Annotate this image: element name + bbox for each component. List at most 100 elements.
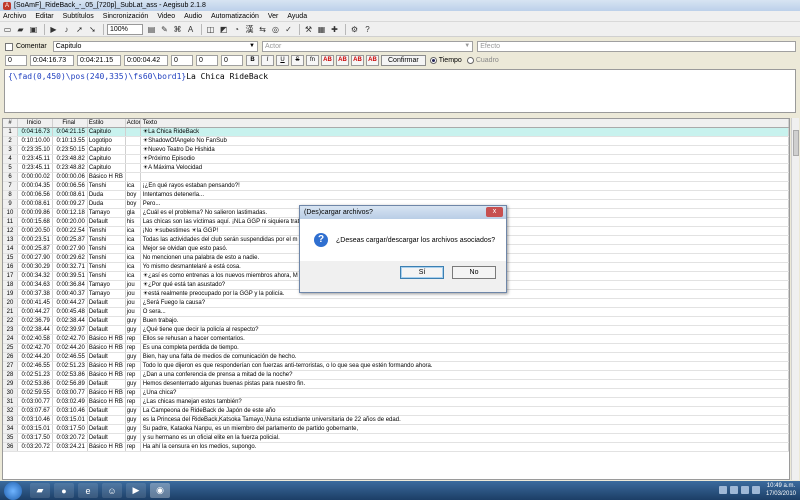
dialog-title-bar[interactable]: (Des)cargar archivos? x [300,206,506,219]
margin-vertical-field[interactable]: 0 [221,55,243,66]
close-icon[interactable]: x [486,207,503,217]
resample-icon[interactable]: ◩ [218,24,229,35]
table-row[interactable]: 34 0:03:15.01 0:03:17.50 Default guy Su padre… [3,425,789,434]
media-icon[interactable]: ▶ [126,483,146,498]
options-icon[interactable]: ⚒ [303,24,314,35]
jump-start-icon[interactable]: ➘ [87,24,98,35]
margin-right-field[interactable]: 0 [196,55,218,66]
table-row[interactable]: 3 0:23:35.10 0:23:50.15 Capitulo ☀Nuevo Teat… [3,146,789,155]
menu-automatizacion[interactable]: Automatización [211,13,259,20]
table-row[interactable]: 5 0:23:45.11 0:23:48.82 Capitulo ☀A Máxima V… [3,164,789,173]
menu-video[interactable]: Video [157,13,175,20]
tag-icon[interactable]: ✚ [329,24,340,35]
subtitle-grid[interactable]: # Inicio Final Estilo Actor Texto 1 0:04:… [2,118,790,480]
time-radio[interactable] [429,57,437,64]
tray-icon[interactable] [718,486,727,494]
new-icon[interactable]: ▭ [2,24,13,35]
menu-editar[interactable]: Editar [35,13,53,20]
margin-left-field[interactable]: 0 [171,55,193,66]
attachments-icon[interactable]: ⌘ [172,24,183,35]
table-row[interactable]: 35 0:03:17.50 0:03:20.72 Default guy y su her… [3,434,789,443]
open-audio-icon[interactable]: ♪ [61,24,72,35]
grid-scrollbar[interactable] [791,118,799,480]
fonts-icon[interactable]: A [185,24,196,35]
start-button[interactable] [4,481,22,500]
table-row[interactable]: 7 0:00:04.35 0:00:06.56 Tenshi ica ¡¿En qué r… [3,182,789,191]
spell-icon[interactable]: ✓ [283,24,294,35]
commit-button[interactable]: Confirmar [381,55,426,66]
explorer-icon[interactable]: ▰ [30,483,50,498]
table-row[interactable]: 29 0:02:53.86 0:02:56.89 Default guy Hemos de… [3,380,789,389]
table-row[interactable]: 23 0:02:38.44 0:02:39.97 Default guy ¿Qué tie… [3,326,789,335]
bold-button[interactable]: B [246,55,259,66]
table-row[interactable]: 8 0:00:06.56 0:00:08.61 Duda boy Intentamos d… [3,191,789,200]
actor-combo[interactable]: Actor ▼ [261,41,474,52]
firefox-icon[interactable]: ● [54,483,74,498]
outline-color-button[interactable]: AB [351,55,364,66]
table-row[interactable]: 30 0:02:59.55 0:03:00.77 Básico H RB rep ¿Una… [3,389,789,398]
jump-icon[interactable]: ➚ [74,24,85,35]
zoom-combo[interactable]: 100% [107,23,143,35]
table-row[interactable]: 20 0:00:41.45 0:00:44.27 Default jou ¿Será Fu… [3,299,789,308]
menu-sincronizacion[interactable]: Sincronización [103,13,149,20]
shadow-color-button[interactable]: AB [366,55,379,66]
table-row[interactable]: 27 0:02:46.55 0:02:51.23 Básico H RB rep Todo… [3,362,789,371]
table-row[interactable]: 26 0:02:44.20 0:02:46.55 Default guy Bien, ha… [3,353,789,362]
layer-spin[interactable]: 0 [5,55,27,66]
automation-icon[interactable]: ⚙ [349,24,360,35]
network-icon[interactable] [740,486,749,494]
start-time-field[interactable]: 0:04:16.73 [30,55,74,66]
open-icon[interactable]: ▰ [15,24,26,35]
table-row[interactable]: 32 0:03:07.67 0:03:10.46 Default guy La Campe… [3,407,789,416]
style-combo[interactable]: Capitulo ▼ [52,41,258,52]
primary-color-button[interactable]: AB [321,55,334,66]
kanji-icon[interactable]: 漢 [244,24,255,35]
effect-field[interactable]: Efecto [477,41,796,52]
title-bar[interactable]: A [SoAmF]_RideBack_-_05_[720p]_SubLat_as… [0,0,800,11]
table-row[interactable]: 25 0:02:42.70 0:02:44.20 Básico H RB rep Es u… [3,344,789,353]
duration-field[interactable]: 0:00:04.42 [124,55,168,66]
subtitle-text-editor[interactable]: {\fad(0,450)\pos(240,335)\fs60\bord1}La … [4,69,796,113]
table-row[interactable]: 4 0:23:45.11 0:23:48.82 Capitulo ☀Próximo Ep… [3,155,789,164]
properties-icon[interactable]: ▤ [146,24,157,35]
frame-radio[interactable] [466,57,474,64]
table-row[interactable]: 36 0:03:20.72 0:03:24.21 Básico H RB rep Ha a… [3,443,789,452]
table-row[interactable]: 24 0:02:40.58 0:02:42.70 Básico H RB rep Ello… [3,335,789,344]
open-video-icon[interactable]: ▶ [48,24,59,35]
tray-icon[interactable] [729,486,738,494]
yes-button[interactable]: Sí [400,266,444,279]
clock[interactable]: 10:49 a.m. 17/03/2010 [766,482,796,498]
scrollbar-thumb[interactable] [793,130,799,156]
menu-ver[interactable]: Ver [268,13,279,20]
volume-icon[interactable] [751,486,760,494]
table-row[interactable]: 22 0:02:36.79 0:02:38.44 Default guy Buen tra… [3,317,789,326]
menu-archivo[interactable]: Archivo [3,13,26,20]
secondary-color-button[interactable]: AB [336,55,349,66]
table-row[interactable]: 21 0:00:44.27 0:00:45.48 Default jou O sera..… [3,308,789,317]
table-row[interactable]: 1 0:04:16.73 0:04:21.15 Capitulo ☀La Chica R… [3,128,789,137]
no-button[interactable]: No [452,266,496,279]
font-button[interactable]: fn [306,55,319,66]
table-row[interactable]: 33 0:03:10.46 0:03:15.01 Default guy es la Pr… [3,416,789,425]
styles-icon[interactable]: ✎ [159,24,170,35]
assistant-icon[interactable]: ◎ [270,24,281,35]
comment-checkbox[interactable] [5,42,13,51]
table-row[interactable]: 6 0:00:00.02 0:00:00.06 Básico H RB [3,173,789,182]
grid-icon[interactable]: ▦ [316,24,327,35]
menu-audio[interactable]: Audio [184,13,202,20]
menu-subtitulos[interactable]: Subtítulos [63,13,94,20]
save-icon[interactable]: ▣ [28,24,39,35]
shift-icon[interactable]: ⇆ [257,24,268,35]
table-row[interactable]: 28 0:02:51.23 0:02:53.86 Básico H RB rep ¿Dan… [3,371,789,380]
help-icon[interactable]: ? [362,24,373,35]
table-row[interactable]: 2 0:10:10.00 0:10:13.55 Logotipo ☀ShadowOfAn… [3,137,789,146]
timing-icon[interactable]: ◔ [231,24,242,35]
aegisub-icon[interactable]: ◉ [150,483,170,498]
messenger-icon[interactable]: ☺ [102,483,122,498]
translation-icon[interactable]: ◫ [205,24,216,35]
ie-icon[interactable]: e [78,483,98,498]
italic-button[interactable]: I [261,55,274,66]
menu-ayuda[interactable]: Ayuda [287,13,307,20]
underline-button[interactable]: U [276,55,289,66]
strikeout-button[interactable]: S [291,55,304,66]
